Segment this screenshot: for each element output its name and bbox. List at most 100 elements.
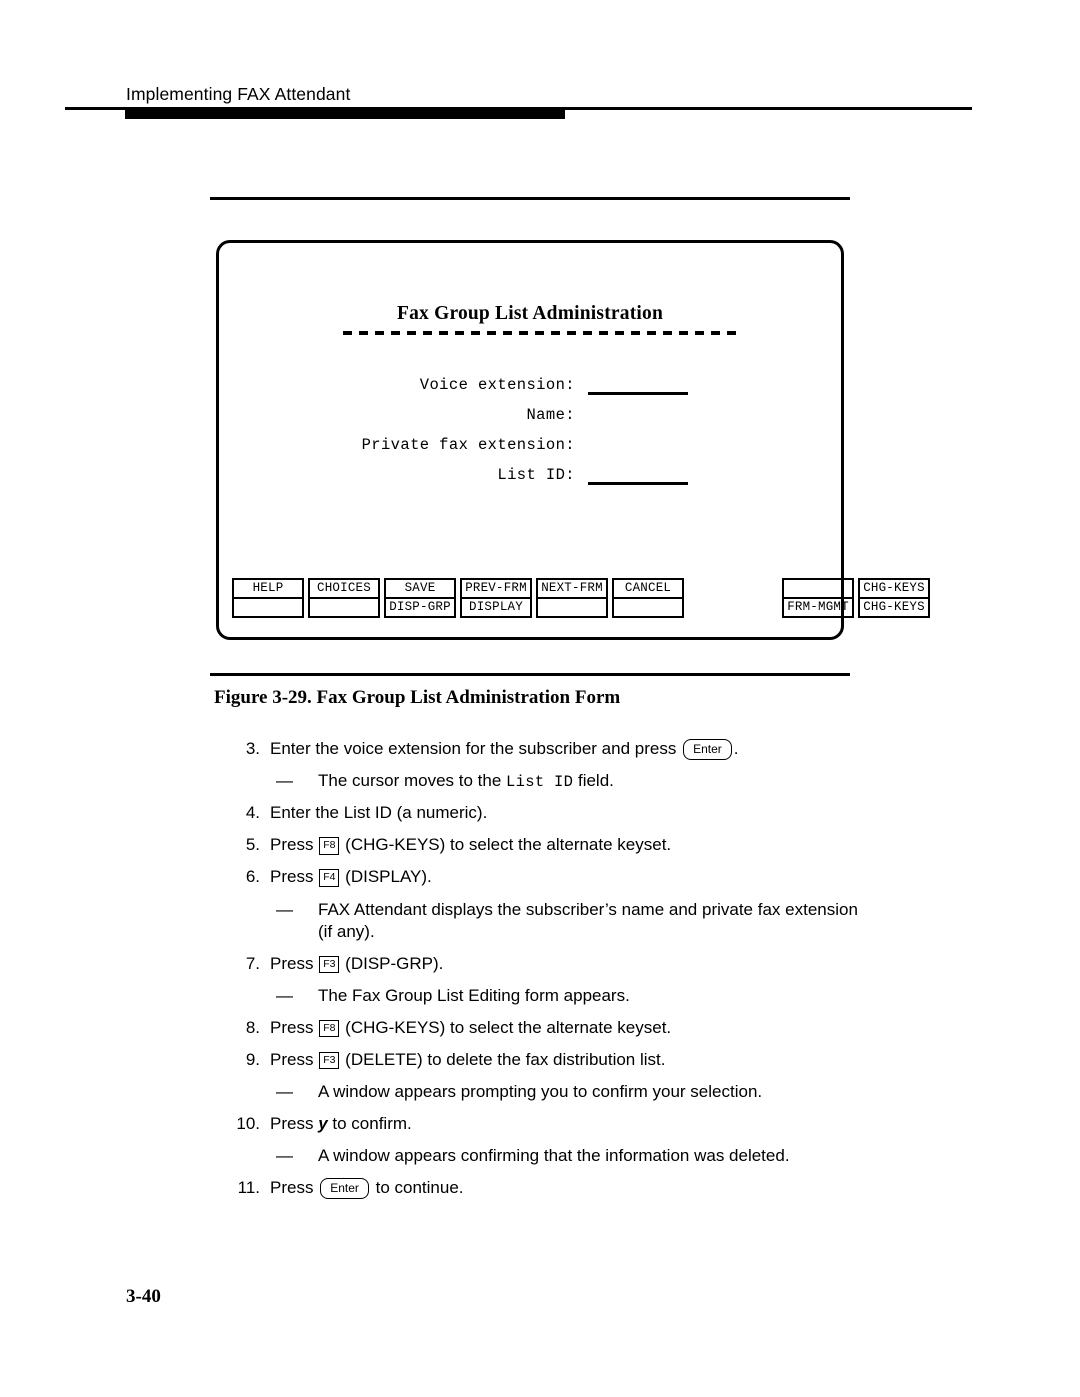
step-number: 7. [245,953,260,973]
step-text: Press F8 (CHG-KEYS) to select the altern… [270,1017,868,1039]
terminal-screen-figure: Fax Group List Administration Voice exte… [216,240,930,640]
step-text: Press F4 (DISPLAY). [270,866,868,888]
step-text-run: Press [270,1178,319,1198]
function-key[interactable]: HELP [232,578,304,618]
function-key-primary-label: HELP [234,580,302,599]
function-key-primary-label: CHG-KEYS [860,580,928,599]
step-text-run: A window appears confirming that the inf… [318,1146,790,1166]
step-text-run: The Fax Group List Editing form appears. [318,985,630,1005]
screen-title-dashed-separator [343,331,743,335]
screen-field-list: Voice extension: Name: Private fax extensi… [219,376,841,496]
function-key-alternate-label: DISP-GRP [389,600,451,614]
procedure-substep: — A window appears confirming that the in… [228,1145,868,1167]
step-text-run: (DISP-GRP). [340,953,444,973]
step-number: 10. [236,1114,260,1134]
procedure-substep: — A window appears prompting you to confi… [228,1081,868,1103]
procedure-step: 7. Press F3 (DISP-GRP). [228,953,868,975]
function-key-alternate-label [310,599,378,616]
function-key-primary-label: NEXT-FRM [538,580,606,599]
function-key[interactable]: PREV-FRM DISPLAY [460,578,532,618]
page-number: 3-40 [126,1286,161,1307]
step-text-run: (DISPLAY). [340,867,432,887]
step-text: The Fax Group List Editing form appears. [318,985,868,1007]
function-key-alternate-label [538,599,606,616]
procedure-step: 3. Enter the voice extension for the subs… [228,738,868,760]
function-key-primary-label: CHOICES [310,580,378,599]
function-key-badge[interactable]: F8 [319,1019,340,1038]
function-key[interactable]: CHG-KEYS CHG-KEYS [858,578,930,618]
enter-key-badge[interactable]: Enter [320,1178,369,1200]
step-number: 4. [245,803,260,823]
substep-dash: — [276,771,293,791]
substep-dash: — [276,1082,293,1102]
step-text: Press F8 (CHG-KEYS) to select the altern… [270,834,868,856]
step-text-run: (CHG-KEYS) to select the alternate keyse… [340,1017,672,1037]
function-key-badge[interactable]: F8 [319,837,340,855]
procedure-substep: — The Fax Group List Editing form appears… [228,985,868,1007]
function-key[interactable]: CANCEL [612,578,684,618]
substep-dash: — [276,985,293,1005]
step-text-run: . [733,739,739,758]
step-number: 11. [237,1178,260,1198]
emphasis-key: y [318,1114,328,1134]
step-text-run: Press [270,1017,319,1037]
form-field-row: Voice extension: [219,376,841,406]
procedure-step: 8. Press F8 (CHG-KEYS) to select the alte… [228,1017,868,1039]
function-key-alternate-label: CHG-KEYS [863,600,925,614]
procedure-step-list: 3. Enter the voice extension for the subs… [228,738,868,1209]
step-text-run: (DELETE) to delete the fax distribution … [340,1049,666,1069]
figure-caption: Figure 3-29. Fax Group List Administrati… [214,687,621,708]
step-number: 5. [245,835,260,855]
function-key-primary-label: PREV-FRM [462,580,530,599]
header-rule-thick [125,110,565,119]
form-field-label: Private fax extension: [361,436,575,454]
step-text-run: The cursor moves to the [318,771,507,791]
form-field-row: Private fax extension: [219,436,841,466]
step-text-run: Press [270,953,319,973]
running-head: Implementing FAX Attendant [126,84,351,104]
step-text: Enter the voice extension for the subscr… [270,738,868,760]
function-key-badge[interactable]: F3 [319,955,340,974]
step-text-run: field. [573,771,614,791]
step-text: Enter the List ID (a numeric). [270,802,868,824]
procedure-step: 9. Press F3 (DELETE) to delete the fax di… [228,1049,868,1071]
function-key[interactable]: SAVE DISP-GRP [384,578,456,618]
function-key[interactable]: FRM-MGMT [782,578,854,618]
enter-key-badge[interactable]: Enter [683,739,732,760]
step-number: 6. [245,867,260,887]
procedure-step: 5. Press F8 (CHG-KEYS) to select the alte… [228,834,868,856]
procedure-step: 11. Press Enter to continue. [228,1177,868,1200]
function-key-primary-label: CANCEL [614,580,682,599]
step-text: Press F3 (DISP-GRP). [270,953,868,975]
step-number: 9. [245,1049,260,1069]
function-key-badge[interactable]: F3 [319,1051,340,1070]
procedure-step: 6. Press F4 (DISPLAY). [228,866,868,888]
function-key[interactable]: CHOICES [308,578,380,618]
form-field-label: Name: [526,406,575,424]
form-field-input-blank[interactable] [588,482,688,485]
procedure-substep: — The cursor moves to the List ID field. [228,770,868,792]
procedure-step: 4. Enter the List ID (a numeric). [228,802,868,824]
step-text: FAX Attendant displays the subscriber’s … [318,899,868,943]
function-key-strip: HELP CHOICES SAVE DISP-GRP PREV-FRM DISPLAY NE… [232,578,930,618]
inline-code: List ID [506,773,574,792]
function-key-alternate-label: DISPLAY [469,600,523,614]
function-key-alternate-label [234,599,302,616]
figure-rule-top [210,197,850,200]
function-key[interactable]: NEXT-FRM [536,578,608,618]
step-text: A window appears confirming that the inf… [318,1145,868,1167]
function-key-gap [688,578,778,618]
step-text-run: (CHG-KEYS) to select the alternate keyse… [340,835,672,855]
step-text-run: Press [270,835,319,855]
step-text-run: Press [270,1114,319,1134]
substep-dash: — [276,1146,293,1166]
step-text-run: Enter the voice extension for the subscr… [270,739,682,758]
step-text-run: to confirm. [327,1114,412,1134]
form-field-input-blank[interactable] [588,392,688,395]
step-text: The cursor moves to the List ID field. [318,770,868,792]
form-field-label: Voice extension: [419,376,575,394]
function-key-badge[interactable]: F4 [319,869,340,887]
step-number: 3. [245,739,260,758]
function-key-alternate-label: FRM-MGMT [787,600,849,614]
step-text: A window appears prompting you to confir… [318,1081,868,1103]
